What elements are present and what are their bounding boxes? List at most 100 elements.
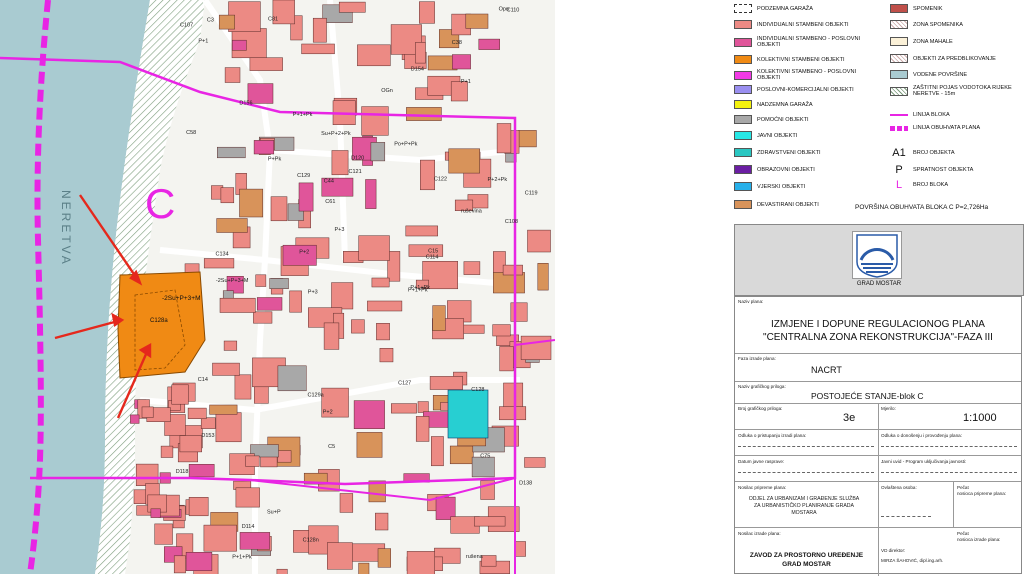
- legend-label: DEVASTIRANI OBJEKTI: [757, 201, 819, 208]
- logo-caption: GRAD MOSTAR: [856, 281, 902, 287]
- building: [173, 555, 186, 574]
- legend-item: INDIVIDUALNI STAMBENO - POSLOVNI OBJEKTI: [734, 36, 872, 48]
- building: [471, 456, 495, 478]
- building: [185, 552, 213, 571]
- building: [375, 512, 389, 531]
- legend-swatch: [734, 165, 752, 174]
- building: [406, 551, 435, 574]
- building: [379, 348, 394, 363]
- map-label: Su+P+2+Pk: [321, 131, 351, 137]
- building: [465, 13, 489, 29]
- legend-swatch: L: [895, 179, 903, 191]
- hearing-date-caption: Datum javne rasprave:: [738, 459, 785, 464]
- legend-item: PODZEMNA GARAŽA: [734, 4, 872, 13]
- building: [331, 282, 354, 310]
- preparer-row: Nosilac pripreme plana: ODJEL ZA URBANIZ…: [735, 481, 1021, 528]
- map-label: C75: [480, 454, 490, 460]
- building: [223, 340, 238, 351]
- building: [231, 39, 247, 51]
- building: [224, 67, 241, 83]
- building: [358, 235, 390, 261]
- building: [255, 274, 267, 287]
- stamp-caption-1: Pečat: [957, 485, 969, 490]
- legend-swatch: [890, 37, 908, 46]
- legend-item: NADZEMNA GARAŽA: [734, 100, 872, 109]
- building: [420, 159, 435, 191]
- map-panel[interactable]: -2Su+P+3+M C128a NERETVA C D153 D154 D138 D…: [0, 0, 555, 574]
- preparer-caption: Nosilac pripreme plana:: [738, 485, 787, 490]
- building: [370, 142, 386, 162]
- legend-swatch: [734, 131, 752, 140]
- legend-item: SPOMENIK: [890, 4, 1022, 13]
- legend-label: INDIVIDUALNI STAMBENI OBJEKTI: [757, 21, 849, 28]
- building: [358, 562, 370, 574]
- building: [203, 258, 235, 269]
- legend-item: JAVNI OBJEKTI: [734, 131, 872, 140]
- logo-box: GRAD MOSTAR: [734, 224, 1024, 296]
- building: [499, 346, 514, 372]
- map-label: D154: [411, 66, 424, 72]
- map-label: C127: [398, 380, 411, 386]
- building: [429, 376, 463, 390]
- building: [141, 406, 154, 418]
- building: [510, 302, 528, 322]
- river-name: NERETVA: [59, 190, 73, 267]
- map-label: P+2: [323, 410, 333, 416]
- building: [361, 106, 389, 136]
- legend-swatch: [890, 4, 908, 13]
- map-label: Su+P: [267, 510, 281, 516]
- building: [249, 57, 283, 71]
- legend-swatch: [734, 85, 752, 94]
- scale-value: 1:1000: [963, 412, 997, 424]
- building: [179, 435, 202, 453]
- building: [463, 261, 481, 275]
- building: [203, 524, 237, 552]
- legend-label: OBJEKTI ZA PREDBLIKOVANJE: [913, 55, 996, 62]
- legend-item: LINIJA OBUHVATA PLANA: [890, 125, 1022, 131]
- legend-item: INDIVIDUALNI STAMBENI OBJEKTI: [734, 20, 872, 29]
- public-review-caption: Javni uvid - Program uključivanja javnos…: [881, 459, 967, 464]
- building: [187, 407, 207, 419]
- building: [253, 140, 275, 155]
- legend-label: INDIVIDUALNI STAMBENO - POSLOVNI OBJEKTI: [757, 36, 861, 48]
- sheet-number-value: 3e: [843, 412, 856, 424]
- decision-row: Odluka o pristupanju izradi plana: Odluk…: [735, 429, 1021, 456]
- legend-item: KOLEKTIVNI STAMBENI OBJEKTI: [734, 55, 872, 64]
- map-label: P+Pk: [268, 157, 282, 163]
- map-label: C107: [180, 23, 193, 29]
- map-label: P+1+Pk: [232, 554, 252, 560]
- building: [239, 532, 271, 550]
- building: [405, 225, 438, 237]
- map-label: C129a: [308, 392, 325, 398]
- legend-swatch: A1: [892, 147, 906, 159]
- building: [150, 508, 161, 518]
- legend-item: L BROJ BLOKA: [890, 179, 1022, 191]
- building: [217, 146, 246, 159]
- building: [515, 541, 526, 557]
- building: [351, 319, 365, 334]
- building: [269, 278, 289, 289]
- legend-swatch: [890, 125, 908, 131]
- building: [245, 455, 260, 467]
- legend-swatch: [734, 20, 752, 29]
- building: [234, 374, 252, 400]
- legend-item: VODENE POVRŠINE: [890, 70, 1022, 79]
- building: [415, 416, 430, 442]
- legend-label: ZDRAVSTVENI OBJEKTI: [757, 149, 821, 156]
- map-label: C58: [186, 130, 196, 136]
- building: [449, 445, 474, 465]
- building: [481, 555, 497, 567]
- legend: PODZEMNA GARAŽA INDIVIDUALNI STAMBENI OBJ…: [730, 0, 1024, 220]
- map-label: C122: [434, 176, 447, 182]
- building: [235, 487, 260, 508]
- building: [277, 450, 292, 463]
- building: [493, 272, 525, 294]
- legend-swatch: [890, 20, 908, 29]
- building: [218, 14, 235, 30]
- legend-label: OBRAZOVNI OBJEKTI: [757, 166, 815, 173]
- plan-name-line2: "CENTRALNA ZONA REKONSTRUKCIJA"-FAZA III: [763, 332, 993, 343]
- building: [277, 365, 307, 392]
- map-label: -2Su+P+3+M: [216, 278, 249, 284]
- map-label: C114: [426, 255, 439, 261]
- building: [130, 414, 140, 424]
